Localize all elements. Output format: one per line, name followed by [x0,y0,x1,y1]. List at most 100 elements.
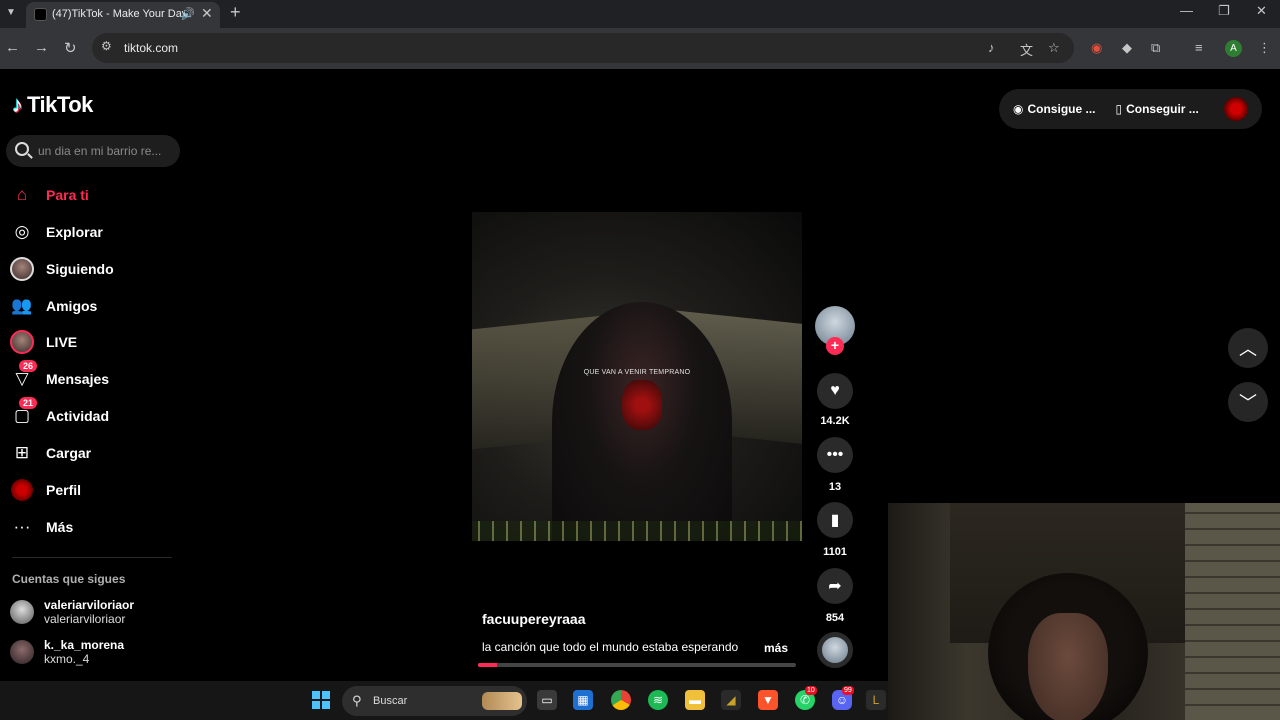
home-icon: ⌂ [16,185,28,204]
league-icon[interactable]: L [866,690,886,710]
heart-icon: ♥ [830,382,840,399]
friends-icon: 👥 [11,296,33,315]
following-section-title: Cuentas que sigues [12,572,126,586]
sidebar-item-perfil[interactable]: Perfil [10,475,180,505]
browser-tab[interactable]: (47)TikTok - Make Your Day 🔊 ✕ [26,2,220,28]
live-avatar [10,330,34,354]
sidebar-item-actividad[interactable]: ▢ 21 Actividad [10,397,180,431]
user-avatar[interactable] [1224,97,1248,121]
messages-icon: ▽ 26 [10,360,38,391]
search-box[interactable] [6,135,180,167]
save-count: 1101 [823,546,847,558]
account-handle: valeriarviloriaor [44,612,126,626]
following-account-item[interactable]: k._ka_morena kxmo._4 [10,638,124,666]
chevron-down-icon: ﹀ [1239,393,1257,413]
app-icon[interactable]: ◢ [721,690,741,710]
translate-icon[interactable]: 文 [1020,40,1033,59]
save-button[interactable]: ▮ [817,502,853,538]
like-button[interactable]: ♥ [817,373,853,409]
address-bar[interactable]: ⚙ tiktok.com ♪ 文 ☆ [92,33,1074,63]
get-app-label: Conseguir ... [1126,102,1199,116]
follow-plus-icon[interactable]: + [826,337,844,355]
sidebar-item-label: Mensajes [46,371,110,387]
sidebar-item-mas[interactable]: ··· Más [10,512,180,542]
like-count: 14.2K [820,415,850,427]
video-progress-fill [478,663,498,667]
following-account-item[interactable]: valeriarviloriaor valeriarviloriaor [10,598,134,626]
profile-avatar [10,478,34,502]
tab-search-icon[interactable]: ▼ [2,4,20,22]
sidebar-item-label: Amigos [46,298,98,314]
sidebar-item-explorar[interactable]: ◎ Explorar [10,217,180,247]
video-player[interactable]: QUE VAN A VENIR TEMPRANO [472,212,802,541]
browser-tab-bar: ▼ (47)TikTok - Make Your Day 🔊 ✕ + — ❐ ✕ [0,0,1280,28]
browser-menu-icon[interactable]: ⋮ [1258,40,1271,56]
share-button[interactable]: ➦ [817,568,853,604]
search-icon[interactable] [15,142,29,156]
media-control-icon[interactable]: ≡ [1195,40,1203,55]
video-overlay-text: QUE VAN A VENIR TEMPRANO [583,369,691,376]
browser-toolbar: ← → ↻ ⚙ tiktok.com ♪ 文 ☆ ◉ ◆ ⧉ ≡ A ⋮ [0,28,1280,69]
sidebar-divider [12,557,172,558]
back-button[interactable]: ← [5,39,20,56]
brave-icon[interactable]: ▼ [758,690,778,710]
video-progress-bar[interactable] [478,663,796,667]
whatsapp-icon[interactable]: ✆ 10 [795,686,817,710]
bookmark-star-icon[interactable]: ☆ [1048,40,1060,56]
sidebar-item-siguiendo[interactable]: Siguiendo [10,254,180,284]
tiktok-app-icon[interactable]: ♪ [988,40,995,55]
video-frame-mask [622,380,662,430]
sidebar-item-para-ti[interactable]: ⌂ Para ti [10,180,180,210]
bookmark-icon: ▮ [830,512,840,529]
search-input[interactable] [38,141,174,161]
sidebar-item-amigos[interactable]: 👥 Amigos [10,291,180,321]
tiktok-logo[interactable]: ♪ TikTok [12,92,93,118]
phone-icon: ▯ [1115,102,1123,116]
sidebar-item-live[interactable]: LIVE [10,327,180,357]
extensions-puzzle-icon[interactable]: ⧉ [1151,40,1160,56]
get-coins-button[interactable]: ◉ Consigue ... [1013,102,1096,116]
spotify-icon[interactable]: ≋ [648,690,668,710]
previous-video-button[interactable]: ︿ [1228,328,1268,368]
windows-start-icon[interactable] [312,691,330,709]
video-author[interactable]: facuupereyraaa [482,611,586,627]
reload-button[interactable]: ↻ [64,39,77,57]
url-text[interactable]: tiktok.com [124,41,178,55]
extension-red-icon[interactable]: ◉ [1091,40,1102,56]
close-window-button[interactable]: ✕ [1256,3,1267,19]
live-avatar-image [10,330,34,354]
store-icon[interactable]: ▦ [573,690,593,710]
music-disc-avatar[interactable] [817,632,853,668]
minimize-button[interactable]: — [1180,3,1193,18]
avatar [10,640,34,664]
tab-close-icon[interactable]: ✕ [201,5,213,22]
windows-taskbar: ⚲ Buscar ▭ ▦ ≋ ▬ ◢ ▼ ✆ 10 ☺ 99 L [0,681,888,720]
get-app-button[interactable]: ▯ Conseguir ... [1116,102,1199,116]
tiktok-favicon-icon [34,8,47,21]
discord-badge: 99 [842,686,854,695]
forward-button[interactable]: → [34,39,49,56]
sidebar-item-cargar[interactable]: ⊞ Cargar [10,438,180,468]
speaker-icon[interactable]: 🔊 [181,7,195,20]
get-coins-label: Consigue ... [1027,102,1096,116]
more-link[interactable]: más [764,641,788,655]
browser-profile-avatar[interactable]: A [1225,40,1242,57]
activity-badge: 21 [19,397,38,409]
taskbar-search[interactable]: ⚲ Buscar [342,686,527,716]
sidebar-item-mensajes[interactable]: ▽ 26 Mensajes [10,360,180,394]
task-view-icon[interactable]: ▭ [537,690,557,710]
following-avatar [10,257,34,281]
next-video-button[interactable]: ﹀ [1228,382,1268,422]
chrome-icon[interactable] [611,690,631,710]
profile-avatar-image [11,479,33,501]
site-info-icon[interactable]: ⚙ [101,39,112,53]
restore-button[interactable]: ❐ [1218,3,1230,19]
discord-icon[interactable]: ☺ 99 [832,686,854,710]
comment-button[interactable]: ••• [817,437,853,473]
new-tab-button[interactable]: + [230,2,241,23]
sidebar-item-label: Siguiendo [46,261,114,277]
extension-diamond-icon[interactable]: ◆ [1122,40,1132,56]
sidebar-item-label: Más [46,519,74,535]
compass-icon: ◎ [14,222,30,241]
file-explorer-icon[interactable]: ▬ [685,690,705,710]
